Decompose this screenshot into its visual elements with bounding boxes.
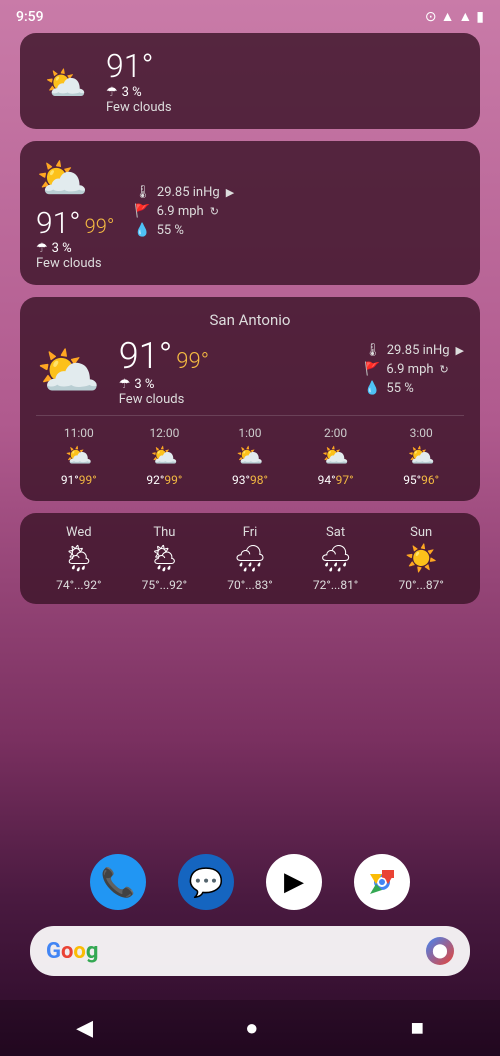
temp-small: 91° [106,47,172,85]
humidity-icon: 💧 [134,223,150,238]
day-icon-sat: 🌧 [319,544,352,574]
pressure-icon: 🌡 [134,185,151,200]
wifi-icon: ▲ [441,8,455,25]
weather-widget-large[interactable]: San Antonio ⛅ 91° 99° ☂ 3 % Few clouds 🌡… [20,297,480,501]
day-sun: Sun ☀️ 70°...87° [398,525,443,592]
weather-right-medium: 🌡 29.85 inHg ▶ 🚩 6.9 mph ↻ 💧 55 % [124,185,464,242]
hour-icon-4: ⛅ [407,444,434,469]
weather-widget-medium[interactable]: ⛅ 91° 99° ☂ 3 % Few clouds 🌡 29.85 inHg … [20,141,480,285]
alarm-icon: ⊙ [425,9,437,25]
temp-hi-large: 91° [119,335,173,377]
humidity-large: 55 % [386,381,413,396]
mic-symbol: ⬤ [432,943,448,959]
desc-small: Few clouds [106,100,172,115]
day-sat: Sat 🌧 72°...81° [313,525,358,592]
hour-1: 12:00 ⛅ 92°99° [146,426,182,487]
messages-app-icon[interactable]: 💬 [178,854,234,910]
recents-button[interactable]: ■ [411,1015,424,1041]
signal-icon: ▲ [458,8,472,25]
wind-value: 6.9 mph [157,204,204,219]
rain-small: 3 % [122,85,142,100]
weekly-row: Wed 🌦 74°...92° Thu 🌦 75°...92° Fri 🌧 70… [36,525,464,592]
temps-medium: 91° 99° [36,206,114,241]
umbrella-icon-1: ☂ [106,85,118,100]
search-bar[interactable]: Goog ⬤ [30,926,470,976]
desc-large: Few clouds [119,392,354,407]
back-button[interactable]: ◀ [76,1016,93,1041]
desc-medium: Few clouds [36,256,102,271]
weather-widget-small[interactable]: ⛅ 91° ☂ 3 % Few clouds [20,33,480,129]
chrome-app-icon[interactable] [354,854,410,910]
umbrella-icon-2: ☂ [36,241,48,256]
temp-lo-medium: 99° [85,214,115,238]
nav-bar: ◀ ● ■ [0,1000,500,1056]
phone-app-icon[interactable]: 📞 [90,854,146,910]
hourly-forecast: 11:00 ⛅ 91°99° 12:00 ⛅ 92°99° 1:00 ⛅ 93°… [36,415,464,487]
pressure-value: 29.85 inHg [157,185,220,200]
day-icon-thu: 🌦 [148,544,181,574]
hour-0: 11:00 ⛅ 91°99° [61,426,97,487]
hour-icon-0: ⛅ [65,444,92,469]
status-time: 9:59 [16,9,44,25]
weather-icon-small: ⛅ [36,57,96,106]
day-icon-fri: 🌧 [233,544,266,574]
google-logo: Goog [46,939,98,964]
status-bar: 9:59 ⊙ ▲ ▲ ▮ [0,0,500,29]
mic-icon[interactable]: ⬤ [426,937,454,965]
day-fri: Fri 🌧 70°...83° [227,525,272,592]
humidity-value: 55 % [157,223,184,238]
weather-widget-weekly[interactable]: Wed 🌦 74°...92° Thu 🌦 75°...92° Fri 🌧 70… [20,513,480,604]
status-icons: ⊙ ▲ ▲ ▮ [425,8,484,25]
weather-left-medium: ⛅ 91° 99° ☂ 3 % Few clouds [36,155,114,271]
temp-hi-medium: 91° [36,206,81,241]
dock-area: 📞 💬 ▶ Goog ⬤ [0,854,500,976]
day-wed: Wed 🌦 74°...92° [56,525,101,592]
hour-icon-1: ⛅ [151,444,178,469]
hour-3: 2:00 ⛅ 94°97° [318,426,354,487]
hour-4: 3:00 ⛅ 95°96° [403,426,439,487]
pressure-icon-l: 🌡 [364,343,381,358]
humidity-icon-l: 💧 [364,381,380,396]
chrome-icon [366,866,398,898]
weather-left-large: 91° 99° ☂ 3 % Few clouds [119,335,354,407]
rain-medium: 3 % [52,241,72,256]
messages-icon: 💬 [189,866,224,899]
city-name: San Antonio [36,311,464,329]
wind-icon: 🚩 [134,204,150,219]
weather-info-small: 91° ☂ 3 % Few clouds [106,47,172,115]
day-thu: Thu 🌦 75°...92° [142,525,187,592]
battery-icon: ▮ [476,9,484,25]
umbrella-icon-3: ☂ [119,377,131,392]
wind-large: 6.9 mph [386,362,433,377]
day-icon-sun: ☀️ [405,544,437,574]
rain-large: 3 % [134,377,154,392]
hour-icon-2: ⛅ [236,444,263,469]
hour-2: 1:00 ⛅ 93°98° [232,426,268,487]
weather-right-large: 🌡 29.85 inHg ▶ 🚩 6.9 mph ↻ 💧 55 % [364,343,464,400]
hour-icon-3: ⛅ [322,444,349,469]
play-store-icon[interactable]: ▶ [266,854,322,910]
day-icon-wed: 🌦 [62,544,95,574]
phone-icon: 📞 [101,866,136,899]
pressure-large: 29.85 inHg [387,343,450,358]
app-row: 📞 💬 ▶ [90,854,410,910]
temp-lo-large: 99° [176,349,209,374]
play-icon: ▶ [284,867,304,897]
wind-icon-l: 🚩 [364,362,380,377]
home-button[interactable]: ● [245,1015,258,1041]
